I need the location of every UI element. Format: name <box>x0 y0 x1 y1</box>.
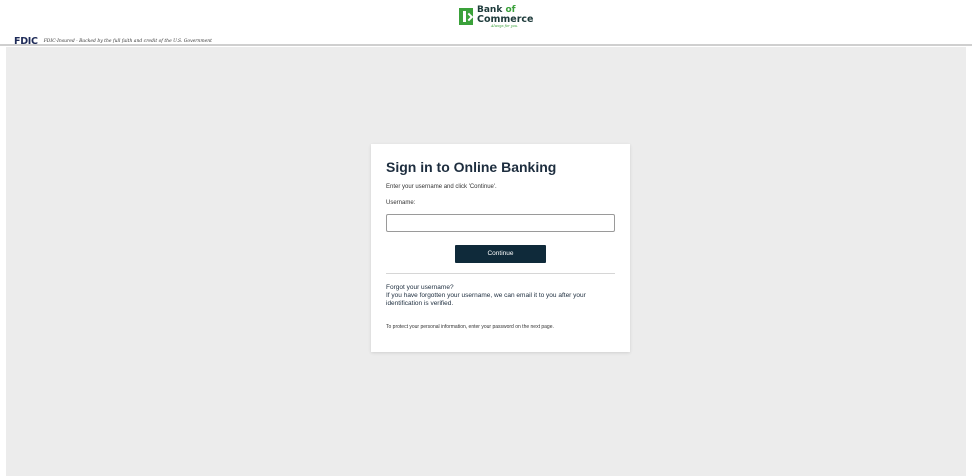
username-label: Username: <box>386 200 416 206</box>
forgot-username-link[interactable]: Forgot your username? <box>386 284 615 292</box>
divider <box>386 273 615 274</box>
username-input[interactable] <box>386 214 615 232</box>
signin-card: Sign in to Online Banking Enter your use… <box>371 144 630 352</box>
brand-word-commerce: Commerce <box>477 14 534 25</box>
continue-button[interactable]: Continue <box>455 245 546 263</box>
fdic-banner: FDIC FDIC-Insured - Backed by the full f… <box>14 36 212 47</box>
brand-tagline: Always for you. <box>491 24 519 28</box>
site-header: FDIC FDIC-Insured - Backed by the full f… <box>0 0 972 47</box>
bank-logo-text: Bank of Commerce Always for you. <box>477 6 534 29</box>
page-title: Sign in to Online Banking <box>386 159 557 175</box>
bank-logo[interactable]: Bank of Commerce Always for you. <box>459 6 534 29</box>
signin-instructions: Enter your username and click 'Continue'… <box>386 184 497 190</box>
fdic-statement: FDIC-Insured - Backed by the full faith … <box>43 39 212 44</box>
forgot-username-text: If you have forgotten your username, we … <box>386 292 586 307</box>
bank-logo-icon <box>459 8 473 25</box>
password-notice: To protect your personal information, en… <box>386 324 554 330</box>
fdic-logo: FDIC <box>14 36 38 47</box>
page-background: Sign in to Online Banking Enter your use… <box>6 47 966 476</box>
